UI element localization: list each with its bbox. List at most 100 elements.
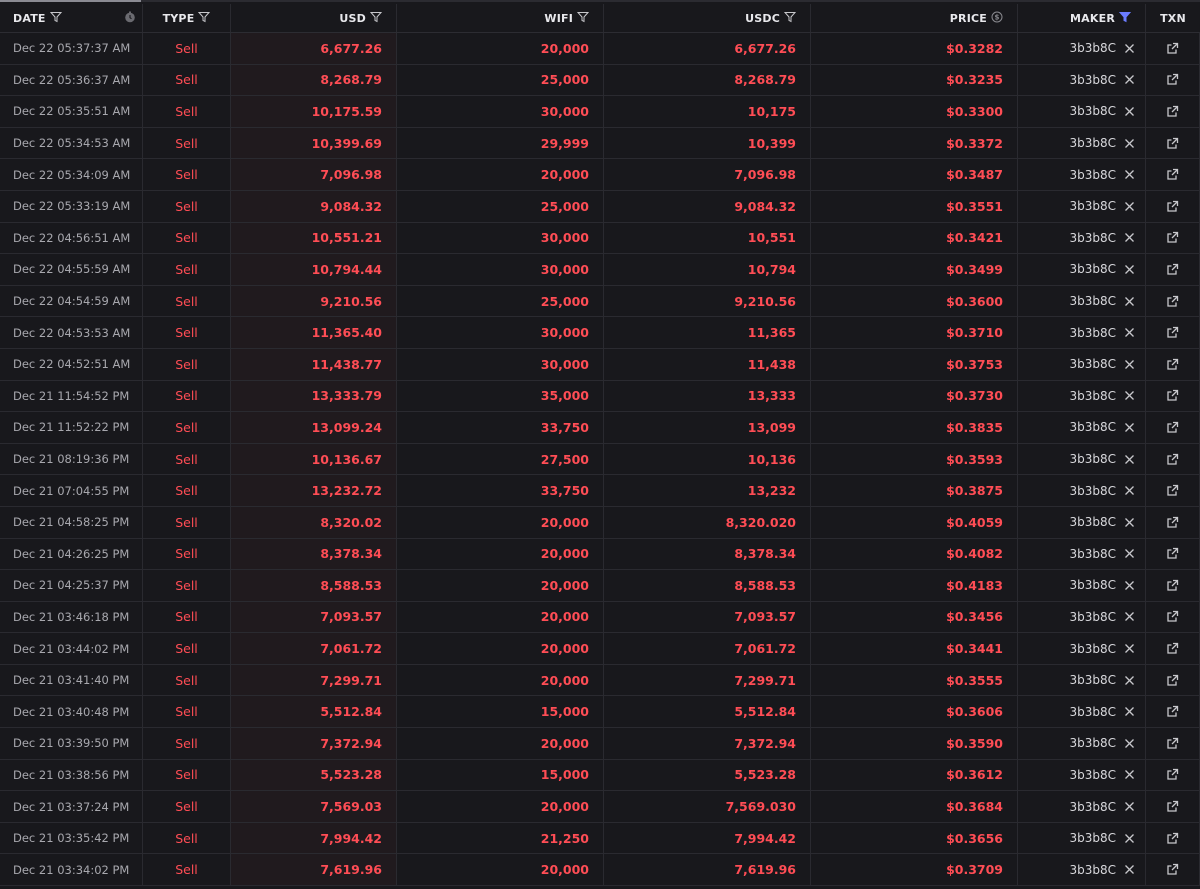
column-header-price[interactable]: PRICE $ [811, 4, 1018, 32]
external-link-icon[interactable] [1166, 421, 1179, 434]
maker-address[interactable]: 3b3b8C [1069, 231, 1116, 245]
remove-filter-icon[interactable] [1124, 675, 1135, 686]
maker-address[interactable]: 3b3b8C [1069, 136, 1116, 150]
remove-filter-icon[interactable] [1124, 801, 1135, 812]
maker-address[interactable]: 3b3b8C [1069, 420, 1116, 434]
column-header-maker[interactable]: MAKER [1018, 4, 1146, 32]
remove-filter-icon[interactable] [1124, 201, 1135, 212]
table-row[interactable]: Dec 22 05:35:51 AM Sell 10,175.59 30,000 10,… [0, 96, 1200, 128]
remove-filter-icon[interactable] [1124, 580, 1135, 591]
remove-filter-icon[interactable] [1124, 706, 1135, 717]
remove-filter-icon[interactable] [1124, 169, 1135, 180]
external-link-icon[interactable] [1166, 168, 1179, 181]
remove-filter-icon[interactable] [1124, 485, 1135, 496]
table-row[interactable]: Dec 21 03:34:02 PM Sell 7,619.96 20,000 7,61… [0, 854, 1200, 887]
maker-address[interactable]: 3b3b8C [1069, 642, 1116, 656]
table-row[interactable]: Dec 21 03:41:40 PM Sell 7,299.71 20,000 7,29… [0, 664, 1200, 697]
table-row[interactable]: Dec 21 07:04:55 PM Sell 13,232.72 33,750 13,… [0, 475, 1200, 507]
table-row[interactable]: Dec 22 04:56:51 AM Sell 10,551.21 30,000 10,… [0, 222, 1200, 255]
table-row[interactable]: Dec 22 05:37:37 AM Sell 6,677.26 20,000 6,67… [0, 33, 1200, 65]
remove-filter-icon[interactable] [1124, 138, 1135, 149]
external-link-icon[interactable] [1166, 73, 1179, 86]
maker-address[interactable]: 3b3b8C [1069, 673, 1116, 687]
column-header-date[interactable]: DATE [0, 4, 143, 32]
maker-address[interactable]: 3b3b8C [1069, 41, 1116, 55]
external-link-icon[interactable] [1166, 610, 1179, 623]
external-link-icon[interactable] [1166, 832, 1179, 845]
external-link-icon[interactable] [1166, 105, 1179, 118]
filter-icon[interactable] [780, 11, 797, 26]
remove-filter-icon[interactable] [1124, 548, 1135, 559]
remove-filter-icon[interactable] [1124, 738, 1135, 749]
external-link-icon[interactable] [1166, 768, 1179, 781]
filter-icon[interactable] [573, 11, 590, 26]
table-row[interactable]: Dec 22 05:36:37 AM Sell 8,268.79 25,000 8,26… [0, 64, 1200, 97]
maker-address[interactable]: 3b3b8C [1069, 578, 1116, 592]
filter-icon[interactable] [46, 11, 62, 26]
external-link-icon[interactable] [1166, 800, 1179, 813]
table-row[interactable]: Dec 22 04:53:53 AM Sell 11,365.40 30,000 11,… [0, 317, 1200, 349]
remove-filter-icon[interactable] [1124, 643, 1135, 654]
maker-address[interactable]: 3b3b8C [1069, 389, 1116, 403]
table-row[interactable]: Dec 21 11:54:52 PM Sell 13,333.79 35,000 13,… [0, 380, 1200, 413]
table-row[interactable]: Dec 22 05:33:19 AM Sell 9,084.32 25,000 9,08… [0, 190, 1200, 223]
maker-address[interactable]: 3b3b8C [1069, 831, 1116, 845]
maker-address[interactable]: 3b3b8C [1069, 515, 1116, 529]
filter-icon[interactable] [366, 11, 383, 26]
remove-filter-icon[interactable] [1124, 264, 1135, 275]
remove-filter-icon[interactable] [1124, 454, 1135, 465]
table-row[interactable]: Dec 21 03:37:24 PM Sell 7,569.03 20,000 7,56… [0, 791, 1200, 823]
external-link-icon[interactable] [1166, 547, 1179, 560]
remove-filter-icon[interactable] [1124, 422, 1135, 433]
remove-filter-icon[interactable] [1124, 769, 1135, 780]
maker-address[interactable]: 3b3b8C [1069, 199, 1116, 213]
remove-filter-icon[interactable] [1124, 296, 1135, 307]
table-row[interactable]: Dec 21 03:39:50 PM Sell 7,372.94 20,000 7,37… [0, 728, 1200, 760]
external-link-icon[interactable] [1166, 737, 1179, 750]
table-row[interactable]: Dec 21 03:38:56 PM Sell 5,523.28 15,000 5,52… [0, 759, 1200, 792]
remove-filter-icon[interactable] [1124, 106, 1135, 117]
maker-address[interactable]: 3b3b8C [1069, 262, 1116, 276]
maker-address[interactable]: 3b3b8C [1069, 863, 1116, 877]
table-row[interactable]: Dec 21 04:26:25 PM Sell 8,378.34 20,000 8,37… [0, 538, 1200, 571]
remove-filter-icon[interactable] [1124, 232, 1135, 243]
table-row[interactable]: Dec 22 04:52:51 AM Sell 11,438.77 30,000 11,… [0, 348, 1200, 381]
maker-address[interactable]: 3b3b8C [1069, 104, 1116, 118]
column-header-usdc[interactable]: USDC [604, 4, 811, 32]
currency-toggle-icon[interactable]: $ [987, 11, 1003, 26]
table-row[interactable]: Dec 21 03:44:02 PM Sell 7,061.72 20,000 7,06… [0, 633, 1200, 665]
table-row[interactable]: Dec 22 04:54:59 AM Sell 9,210.56 25,000 9,21… [0, 285, 1200, 318]
table-row[interactable]: Dec 21 03:35:42 PM Sell 7,994.42 21,250 7,99… [0, 822, 1200, 855]
external-link-icon[interactable] [1166, 295, 1179, 308]
table-row[interactable]: Dec 21 08:19:36 PM Sell 10,136.67 27,500 10,… [0, 443, 1200, 476]
table-row[interactable]: Dec 21 04:25:37 PM Sell 8,588.53 20,000 8,58… [0, 570, 1200, 602]
table-row[interactable]: Dec 22 04:55:59 AM Sell 10,794.44 30,000 10,… [0, 254, 1200, 286]
maker-address[interactable]: 3b3b8C [1069, 294, 1116, 308]
external-link-icon[interactable] [1166, 200, 1179, 213]
external-link-icon[interactable] [1166, 231, 1179, 244]
table-row[interactable]: Dec 21 04:58:25 PM Sell 8,320.02 20,000 8,32… [0, 506, 1200, 539]
external-link-icon[interactable] [1166, 137, 1179, 150]
external-link-icon[interactable] [1166, 579, 1179, 592]
maker-address[interactable]: 3b3b8C [1069, 168, 1116, 182]
table-row[interactable]: Dec 21 03:40:48 PM Sell 5,512.84 15,000 5,51… [0, 696, 1200, 729]
remove-filter-icon[interactable] [1124, 864, 1135, 875]
maker-address[interactable]: 3b3b8C [1069, 484, 1116, 498]
remove-filter-icon[interactable] [1124, 611, 1135, 622]
external-link-icon[interactable] [1166, 42, 1179, 55]
maker-address[interactable]: 3b3b8C [1069, 357, 1116, 371]
external-link-icon[interactable] [1166, 863, 1179, 876]
remove-filter-icon[interactable] [1124, 359, 1135, 370]
external-link-icon[interactable] [1166, 389, 1179, 402]
external-link-icon[interactable] [1166, 453, 1179, 466]
filter-active-icon[interactable] [1115, 11, 1132, 26]
maker-address[interactable]: 3b3b8C [1069, 73, 1116, 87]
maker-address[interactable]: 3b3b8C [1069, 768, 1116, 782]
external-link-icon[interactable] [1166, 642, 1179, 655]
maker-address[interactable]: 3b3b8C [1069, 326, 1116, 340]
table-row[interactable]: Dec 21 03:46:18 PM Sell 7,093.57 20,000 7,09… [0, 601, 1200, 634]
maker-address[interactable]: 3b3b8C [1069, 800, 1116, 814]
filter-icon[interactable] [194, 11, 211, 26]
table-row[interactable]: Dec 21 11:52:22 PM Sell 13,099.24 33,750 13,… [0, 412, 1200, 444]
external-link-icon[interactable] [1166, 484, 1179, 497]
